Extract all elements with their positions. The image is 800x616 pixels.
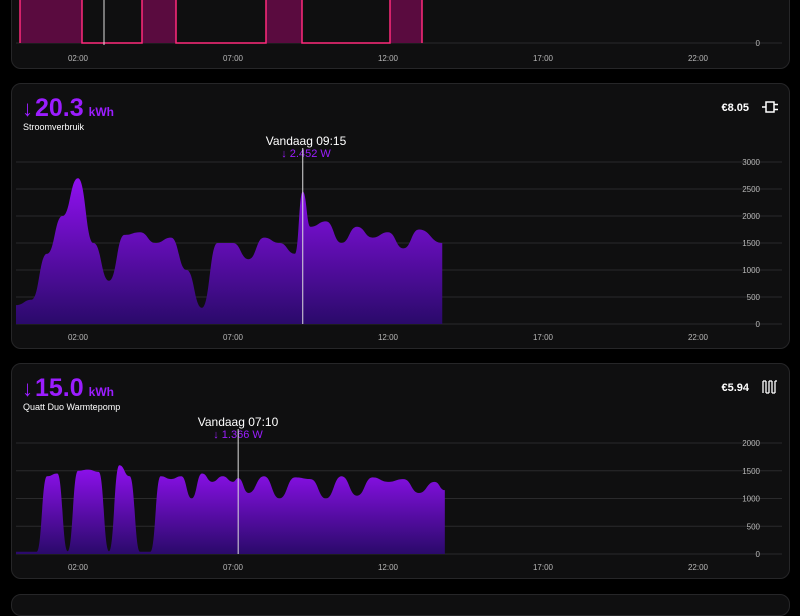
x-tick-label: 07:00 [223, 563, 244, 572]
x-tick-label: 17:00 [533, 333, 554, 342]
y-tick-label: 0 [756, 39, 761, 48]
x-tick-label: 02:00 [68, 563, 89, 572]
y-tick-label: 2000 [742, 212, 760, 221]
y-tick-label: 1000 [742, 266, 760, 275]
stroom-chart[interactable]: 02:00 07:00 12:00 17:00 22:00 3000 2500 2000 15… [12, 84, 789, 348]
y-tick-label: 1500 [742, 239, 760, 248]
x-tick-label: 02:00 [68, 333, 89, 342]
quatt-card[interactable]: ↓ 15.0 kWh Quatt Duo Warmtepomp €5.94 Va… [11, 363, 790, 579]
next-card-edge [11, 594, 790, 616]
stroom-chart-area [16, 178, 443, 324]
y-tick-label: 3000 [742, 158, 760, 167]
x-tick-label: 12:00 [378, 333, 399, 342]
top-energy-card[interactable]: 02:00 07:00 12:00 17:00 22:00 0 [11, 0, 790, 69]
quatt-chart-area [16, 465, 445, 554]
x-tick-label: 17:00 [533, 54, 554, 63]
y-tick-label: 2000 [742, 439, 760, 448]
x-tick-label: 02:00 [68, 54, 89, 63]
quatt-chart[interactable]: 02:00 07:00 12:00 17:00 22:00 2000 1500 1000 50… [12, 364, 789, 578]
x-tick-label: 17:00 [533, 563, 554, 572]
y-tick-label: 0 [756, 320, 761, 329]
top-chart-area [19, 0, 423, 44]
top-chart: 02:00 07:00 12:00 17:00 22:00 0 [16, 0, 782, 63]
x-tick-label: 12:00 [378, 563, 399, 572]
y-tick-label: 500 [747, 522, 761, 531]
x-tick-label: 22:00 [688, 333, 709, 342]
x-tick-label: 07:00 [223, 333, 244, 342]
x-tick-label: 22:00 [688, 563, 709, 572]
x-tick-label: 07:00 [223, 54, 244, 63]
x-tick-label: 22:00 [688, 54, 709, 63]
y-tick-label: 0 [756, 550, 761, 559]
x-tick-label: 12:00 [378, 54, 399, 63]
y-tick-label: 1000 [742, 495, 760, 504]
y-tick-label: 500 [747, 293, 761, 302]
y-tick-label: 2500 [742, 185, 760, 194]
y-tick-label: 1500 [742, 467, 760, 476]
stroomverbruik-card[interactable]: ↓ 20.3 kWh Stroomverbruik €8.05 Vandaag … [11, 83, 790, 349]
